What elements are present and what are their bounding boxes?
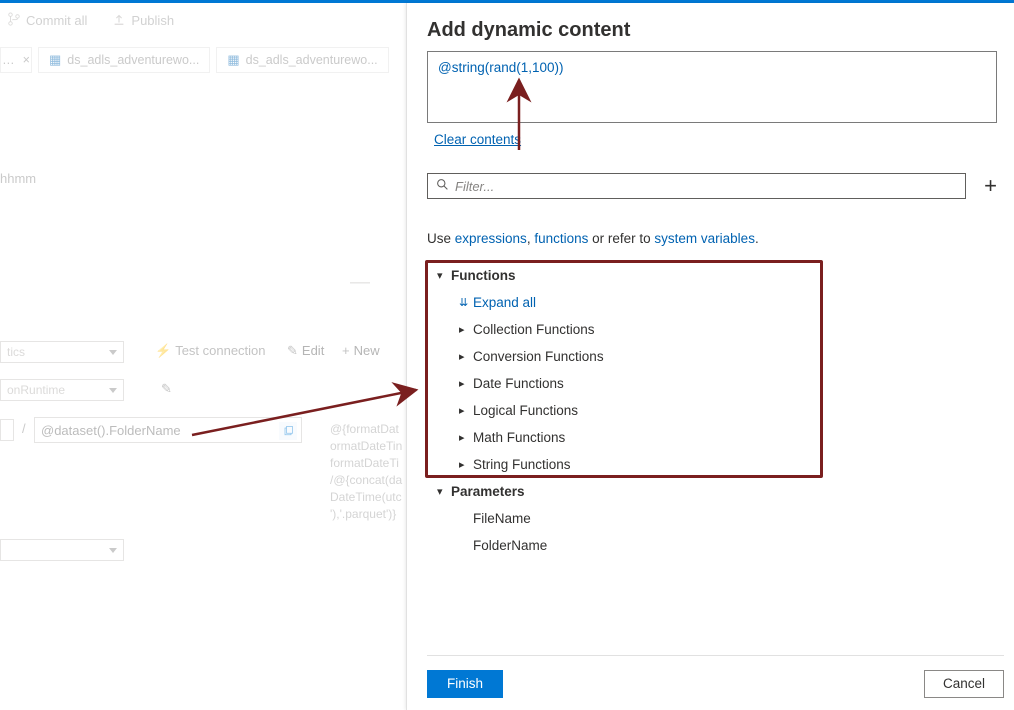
tree-label: Collection Functions (473, 323, 595, 337)
tree-logical-functions[interactable]: ▸Logical Functions (459, 404, 604, 418)
cancel-button[interactable]: Cancel (924, 670, 1004, 698)
dataset-icon: ▦ (49, 52, 61, 68)
background-editor: Commit all Publish … × ▦ ds_adls_adventu… (0, 3, 406, 710)
close-icon[interactable]: × (23, 53, 30, 67)
commit-all-button[interactable]: Commit all (26, 13, 87, 28)
tree-label: FileName (473, 512, 531, 526)
lightning-icon: ⚡ (155, 343, 171, 358)
dataset-icon: ▦ (227, 52, 239, 68)
tree-label: Math Functions (473, 431, 565, 445)
dropdown-runtime-label: onRuntime (7, 383, 65, 397)
new-link[interactable]: +New (342, 343, 380, 358)
plus-icon: + (342, 343, 350, 358)
tab-label: ds_adls_adventurewo... (246, 53, 378, 67)
publish-icon (111, 12, 127, 29)
dynamic-content-panel: Add dynamic content Clear contents Filte… (406, 3, 1014, 710)
tab-dataset-2[interactable]: ▦ ds_adls_adventurewo... (216, 47, 388, 73)
chevron-down-icon[interactable] (109, 548, 117, 553)
tree-label: Parameters (451, 485, 525, 499)
tab-overflow[interactable]: … × (0, 47, 32, 73)
tree-label: Expand all (473, 296, 536, 310)
panel-title: Add dynamic content (427, 19, 630, 42)
tree-label: FolderName (473, 539, 547, 553)
test-connection-link[interactable]: ⚡Test connection (155, 343, 266, 359)
tab-overflow-label: … (2, 53, 15, 67)
minimize-icon: — (350, 271, 370, 294)
tree-functions[interactable]: ▾Functions (437, 269, 604, 283)
pencil-icon: ✎ (287, 343, 298, 358)
expression-preview: @{formatDat ormatDateTin formatDateTi /@… (330, 421, 402, 523)
edit-link[interactable]: ✎Edit (287, 343, 324, 359)
tab-dataset-1[interactable]: ▦ ds_adls_adventurewo... (38, 47, 210, 73)
add-button[interactable]: + (984, 175, 997, 197)
format-hint: hhmm (0, 171, 36, 186)
tree-date-functions[interactable]: ▸Date Functions (459, 377, 604, 391)
system-variables-link[interactable]: system variables (654, 231, 755, 246)
tree-label: Logical Functions (473, 404, 578, 418)
content-tree: ▾Functions ⇊Expand all ▸Collection Funct… (437, 269, 604, 566)
expression-input[interactable] (427, 51, 997, 123)
pencil-icon[interactable]: ✎ (161, 381, 172, 397)
chevron-down-icon[interactable] (109, 388, 117, 393)
help-text: Use expressions, functions or refer to s… (427, 231, 759, 246)
filter-input[interactable]: Filter... (427, 173, 966, 199)
chevron-down-icon[interactable] (109, 350, 117, 355)
filter-placeholder: Filter... (455, 179, 494, 194)
clear-contents-link[interactable]: Clear contents (434, 132, 521, 147)
tree-conversion-functions[interactable]: ▸Conversion Functions (459, 350, 604, 364)
foldername-input[interactable]: @dataset().FolderName (34, 417, 302, 443)
functions-link[interactable]: functions (534, 231, 588, 246)
tree-label: Conversion Functions (473, 350, 604, 364)
expressions-link[interactable]: expressions (455, 231, 527, 246)
tree-label: Date Functions (473, 377, 564, 391)
tab-label: ds_adls_adventurewo... (67, 53, 199, 67)
tree-expand-all[interactable]: ⇊Expand all (459, 296, 604, 310)
branch-icon (6, 12, 22, 29)
search-icon (436, 178, 449, 194)
publish-button[interactable]: Publish (131, 13, 174, 28)
tree-label: String Functions (473, 458, 571, 472)
tree-parameters[interactable]: ▾Parameters (437, 485, 604, 499)
foldername-value: @dataset().FolderName (41, 423, 181, 438)
tree-param-filename[interactable]: ▸FileName (459, 512, 604, 526)
copy-icon[interactable] (279, 422, 297, 440)
tree-math-functions[interactable]: ▸Math Functions (459, 431, 604, 445)
tree-param-foldername[interactable]: ▸FolderName (459, 539, 604, 553)
tree-collection-functions[interactable]: ▸Collection Functions (459, 323, 604, 337)
tree-label: Functions (451, 269, 516, 283)
path-sep: / (22, 421, 26, 436)
dropdown-tics-label: tics (7, 345, 25, 359)
finish-button[interactable]: Finish (427, 670, 503, 698)
tree-string-functions[interactable]: ▸String Functions (459, 458, 604, 472)
